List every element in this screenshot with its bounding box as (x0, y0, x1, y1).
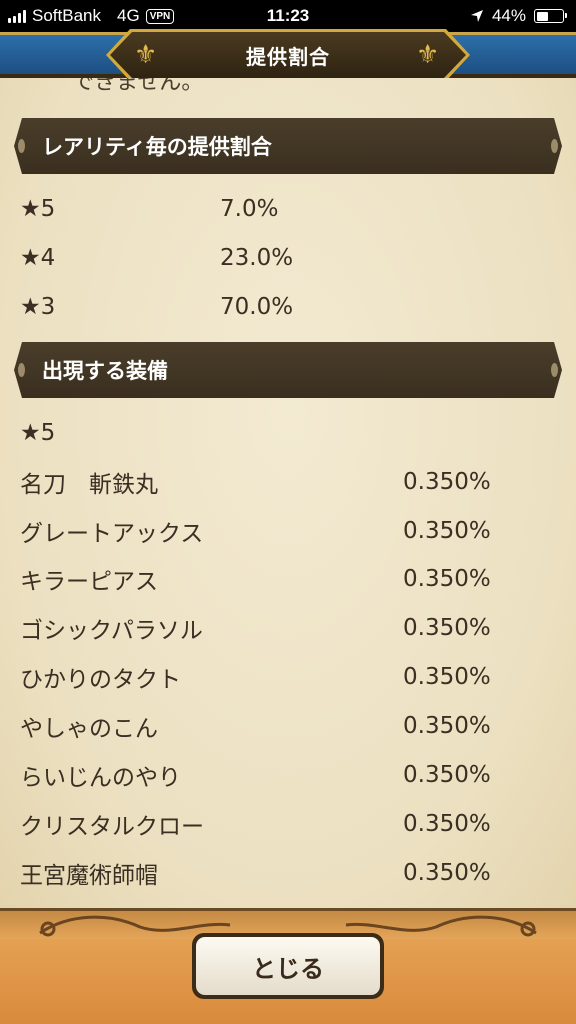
rarity-subheading: ★5 (20, 413, 540, 453)
equipment-name: らいじんのやり (20, 765, 181, 791)
equipment-row: グレートアックス 0.350% (20, 511, 540, 551)
header-bar: 提供割合 ⚜ ⚜ (0, 32, 576, 78)
equipment-name: やしゃのこん (20, 716, 158, 742)
rarity-section-title: レアリティ毎の提供割合 (42, 135, 272, 159)
rarity-rate: 70.0% (220, 294, 294, 320)
location-arrow-icon (470, 10, 483, 22)
equipment-name: ひかりのタクト (20, 667, 181, 693)
equipment-name: グレートアックス (20, 521, 204, 547)
equipment-section-header: 出現する装備 (14, 342, 562, 398)
equipment-rate: 0.350% (403, 566, 491, 592)
battery-level (536, 11, 548, 21)
equipment-rate: 0.350% (403, 713, 491, 739)
equipment-rate: 0.350% (403, 762, 491, 788)
equipment-row: クリスタルクロー 0.350% (20, 804, 540, 844)
equipment-rate: 0.350% (403, 518, 491, 544)
page-title: 提供割合 (246, 44, 330, 69)
rates-scroll-view[interactable]: できません。 レアリティ毎の提供割合 ★5 7.0% ★4 23.0% ★3 7… (0, 78, 576, 908)
rarity-label: ★4 (20, 245, 56, 271)
footer-panel: とじる (0, 908, 576, 1024)
equipment-row: 名刀 斬鉄丸 0.350% (20, 462, 540, 502)
equipment-name: キラーピアス (20, 569, 158, 595)
equipment-section-title: 出現する装備 (42, 359, 168, 383)
equipment-row: らいじんのやり 0.350% (20, 755, 540, 795)
rarity-rate: 7.0% (220, 196, 279, 222)
equipment-row: やしゃのこん 0.350% (20, 706, 540, 746)
battery-percent: 44% (491, 6, 526, 25)
rarity-label: ★5 (20, 196, 56, 222)
equipment-rate: 0.350% (403, 811, 491, 837)
equipment-row: ひかりのタクト 0.350% (20, 657, 540, 697)
equipment-row: キラーピアス 0.350% (20, 559, 540, 599)
rarity-rate: 23.0% (220, 245, 294, 271)
rarity-subheading-label: ★5 (20, 420, 56, 446)
fleur-de-lis-icon-right: ⚜ (416, 40, 440, 70)
close-button-label: とじる (252, 954, 324, 983)
rarity-section-header: レアリティ毎の提供割合 (14, 118, 562, 174)
equipment-row: ゴシックパラソル 0.350% (20, 608, 540, 648)
status-right: 44% (470, 6, 567, 26)
equipment-row: 王宮魔術師帽 0.350% (20, 853, 540, 893)
status-bar: SoftBank 4G VPN 11:23 44% (0, 0, 576, 32)
equipment-name: 王宮魔術師帽 (20, 863, 158, 889)
equipment-name: 名刀 斬鉄丸 (20, 472, 158, 498)
close-button[interactable]: とじる (192, 933, 384, 999)
title-plate: 提供割合 (110, 32, 466, 78)
battery-icon (534, 9, 567, 23)
equipment-name: ゴシックパラソル (20, 618, 203, 644)
equipment-rate: 0.350% (403, 664, 491, 690)
equipment-rate: 0.350% (403, 860, 491, 886)
equipment-name: クリスタルクロー (20, 814, 204, 840)
rarity-label: ★3 (20, 294, 56, 320)
equipment-rate: 0.350% (403, 615, 491, 641)
fleur-de-lis-icon-left: ⚜ (134, 40, 158, 70)
rarity-row: ★5 7.0% (20, 189, 540, 229)
rarity-row: ★3 70.0% (20, 287, 540, 327)
rarity-row: ★4 23.0% (20, 238, 540, 278)
equipment-rate: 0.350% (403, 469, 491, 495)
cut-off-text: できません。 (72, 78, 204, 95)
